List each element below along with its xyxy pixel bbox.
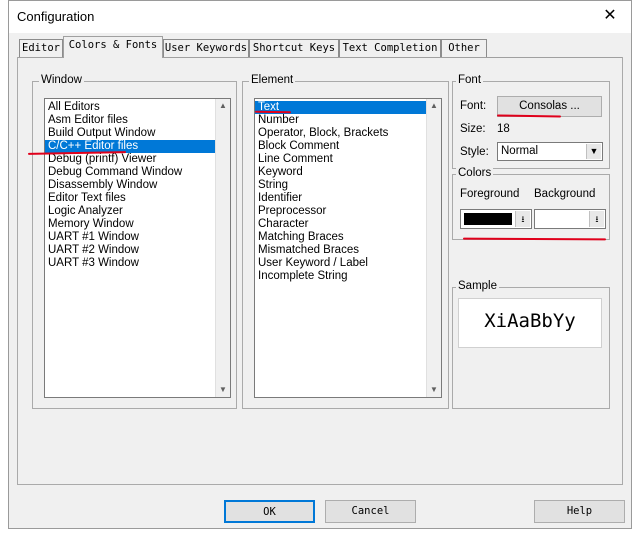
window-item-all-editors[interactable]: All Editors (45, 101, 216, 114)
cancel-button[interactable]: Cancel (325, 500, 416, 523)
element-item-incomplete-string[interactable]: Incomplete String (255, 270, 427, 283)
close-icon[interactable]: ✕ (597, 3, 623, 29)
element-item-character[interactable]: Character (255, 218, 427, 231)
sample-text: XiAaBbYy (484, 310, 576, 332)
element-item-operator[interactable]: Operator, Block, Brackets (255, 127, 427, 140)
window-item-uart3[interactable]: UART #3 Window (45, 257, 216, 270)
style-label: Style: (460, 146, 489, 158)
window-item-asm-editor[interactable]: Asm Editor files (45, 114, 216, 127)
element-item-string[interactable]: String (255, 179, 427, 192)
window-item-cpp-editor[interactable]: C/C++ Editor files (45, 140, 216, 153)
element-item-matching-braces[interactable]: Matching Braces (255, 231, 427, 244)
window-group-label: Window (39, 74, 84, 86)
background-label: Background (534, 188, 596, 200)
element-item-line-comment[interactable]: Line Comment (255, 153, 427, 166)
tab-shortcut-keys[interactable]: Shortcut Keys (249, 39, 339, 57)
colors-group (452, 174, 610, 240)
background-color-swatch (538, 213, 586, 225)
foreground-color-swatch (464, 213, 512, 225)
help-button[interactable]: Help (534, 500, 625, 523)
window-listbox-scrollbar[interactable]: ▲ ▼ (215, 99, 230, 397)
title-bar: Configuration ✕ (9, 1, 631, 33)
configuration-dialog: Configuration ✕ Editor Colors & Fonts Us… (8, 0, 632, 529)
background-color-picker[interactable]: ⭳ (534, 209, 606, 229)
tab-colors-fonts[interactable]: Colors & Fonts (63, 36, 163, 58)
window-listbox[interactable]: All Editors Asm Editor files Build Outpu… (44, 98, 231, 398)
element-item-mismatched-braces[interactable]: Mismatched Braces (255, 244, 427, 257)
tab-text-completion[interactable]: Text Completion (339, 39, 441, 57)
scroll-up-icon[interactable]: ▲ (216, 99, 230, 113)
foreground-label: Foreground (460, 188, 520, 200)
font-group-label: Font (456, 74, 484, 86)
window-item-debug-printf[interactable]: Debug (printf) Viewer (45, 153, 216, 166)
colors-group-label: Colors (456, 167, 494, 179)
style-select-value: Normal (501, 145, 539, 157)
window-item-logic-analyzer[interactable]: Logic Analyzer (45, 205, 216, 218)
window-item-build-output[interactable]: Build Output Window (45, 127, 216, 140)
sample-preview: XiAaBbYy (458, 298, 602, 348)
download-arrow-icon[interactable]: ⭳ (589, 211, 604, 227)
foreground-color-picker[interactable]: ⭳ (460, 209, 532, 229)
element-listbox[interactable]: Text Number Operator, Block, Brackets Bl… (254, 98, 442, 398)
size-label: Size: (460, 123, 486, 135)
window-item-uart2[interactable]: UART #2 Window (45, 244, 216, 257)
element-item-preprocessor[interactable]: Preprocessor (255, 205, 427, 218)
scroll-down-icon[interactable]: ▼ (427, 383, 441, 397)
tab-user-keywords[interactable]: User Keywords (163, 39, 249, 57)
chevron-down-icon[interactable]: ▼ (586, 144, 601, 159)
element-group-label: Element (249, 74, 296, 86)
size-value: 18 (497, 123, 510, 135)
tab-editor[interactable]: Editor (19, 39, 63, 57)
element-item-number[interactable]: Number (255, 114, 427, 127)
element-item-block-comment[interactable]: Block Comment (255, 140, 427, 153)
element-item-user-keyword[interactable]: User Keyword / Label (255, 257, 427, 270)
tab-other[interactable]: Other (441, 39, 487, 57)
element-listbox-scrollbar[interactable]: ▲ ▼ (426, 99, 441, 397)
window-item-memory[interactable]: Memory Window (45, 218, 216, 231)
download-arrow-icon[interactable]: ⭳ (515, 211, 530, 227)
font-label: Font: (460, 100, 487, 112)
window-item-debug-command[interactable]: Debug Command Window (45, 166, 216, 179)
window-item-uart1[interactable]: UART #1 Window (45, 231, 216, 244)
window-item-disassembly[interactable]: Disassembly Window (45, 179, 216, 192)
element-item-keyword[interactable]: Keyword (255, 166, 427, 179)
scroll-up-icon[interactable]: ▲ (427, 99, 441, 113)
element-item-identifier[interactable]: Identifier (255, 192, 427, 205)
sample-group-label: Sample (456, 280, 499, 292)
window-title: Configuration (17, 9, 95, 24)
scroll-down-icon[interactable]: ▼ (216, 383, 230, 397)
ok-button[interactable]: OK (224, 500, 315, 523)
window-item-editor-text[interactable]: Editor Text files (45, 192, 216, 205)
style-select[interactable]: Normal ▼ (497, 142, 603, 161)
